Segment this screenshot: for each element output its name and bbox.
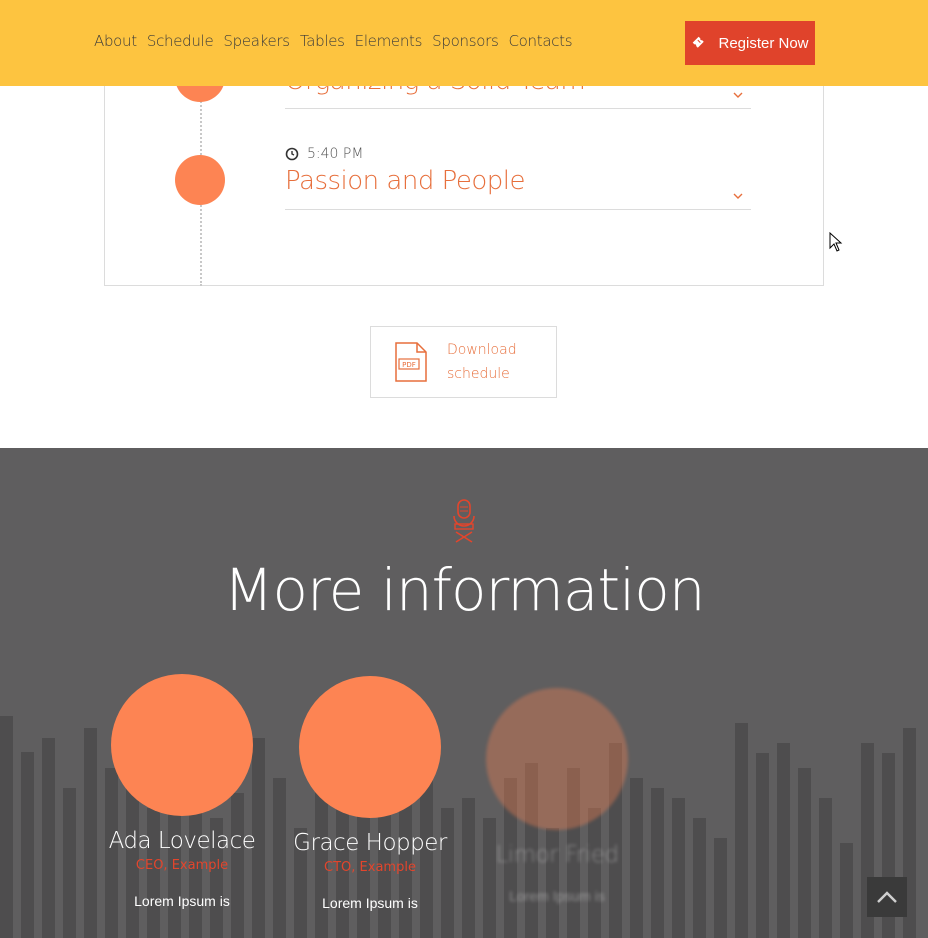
nav-sponsors[interactable]: Sponsors (432, 32, 499, 50)
equalizer-bar (735, 723, 748, 938)
avatar (299, 676, 441, 818)
download-label: Download schedule (447, 342, 517, 382)
equalizer-bar (777, 743, 790, 938)
speaker-name: Ada Lovelace (108, 828, 256, 854)
pdf-badge: PDF (402, 361, 416, 369)
equalizer-bar (714, 838, 727, 938)
time-text: 5:40 PM (307, 146, 364, 162)
schedule-item[interactable]: 5:40 PM Passion and People (285, 146, 751, 210)
speaker-desc: Lorem Ipsum is (322, 895, 418, 911)
register-now-button[interactable]: Register Now (685, 21, 815, 65)
microphone-icon (453, 499, 475, 543)
nav-about[interactable]: About (94, 32, 137, 50)
equalizer-bar (63, 788, 76, 938)
equalizer-bar (693, 818, 706, 938)
avatar (111, 674, 253, 816)
nav-schedule[interactable]: Schedule (147, 32, 214, 50)
equalizer-bar (0, 716, 13, 938)
equalizer-bar (840, 843, 853, 938)
equalizer-bar (21, 752, 34, 938)
download-schedule-button[interactable]: PDF Download schedule (370, 326, 557, 398)
speaker-desc: Lorem Ipsum is (134, 893, 230, 909)
mouse-cursor-icon (829, 232, 843, 252)
equalizer-bar (798, 768, 811, 938)
register-label: Register Now (718, 34, 809, 52)
equalizer-bar (819, 798, 832, 938)
nav-speakers[interactable]: Speakers (223, 32, 290, 50)
site-header: About Schedule Speakers Tables Elements … (0, 0, 928, 86)
more-information-section: More information Ada Lovelace CEO, Examp… (0, 448, 928, 938)
clock-icon (285, 147, 299, 161)
schedule-item-title: Passion and People (285, 166, 525, 196)
section-title: More information (223, 556, 706, 624)
timeline-dot (175, 155, 225, 205)
scroll-to-top-button[interactable] (867, 877, 907, 917)
speaker-role: CEO, Example (135, 858, 229, 873)
chevron-down-icon[interactable] (733, 191, 743, 201)
chevron-up-icon (877, 891, 897, 903)
speaker-card[interactable]: Ada Lovelace CEO, Example Lorem Ipsum is (82, 674, 282, 909)
nav-contacts[interactable]: Contacts (508, 32, 572, 50)
equalizer-bar (42, 738, 55, 938)
ticket-icon (693, 36, 705, 48)
nav-tables[interactable]: Tables (300, 32, 345, 50)
speaker-name: Grace Hopper (293, 830, 447, 856)
speaker-name: Limor Fried (495, 842, 619, 868)
chevron-down-icon[interactable] (733, 90, 743, 100)
speaker-role: CTO, Example (324, 860, 416, 875)
speaker-card[interactable]: Grace Hopper CTO, Example Lorem Ipsum is (270, 676, 470, 911)
schedule-item-time: 5:40 PM (285, 146, 751, 162)
speaker-card[interactable]: Limor Fried Lorem Ipsum is (457, 688, 657, 904)
nav-elements[interactable]: Elements (355, 32, 423, 50)
pdf-file-icon: PDF (395, 342, 427, 382)
equalizer-bar (756, 753, 769, 938)
avatar (486, 688, 628, 830)
equalizer-bar (672, 798, 685, 938)
main-nav: About Schedule Speakers Tables Elements … (94, 32, 573, 50)
speaker-desc: Lorem Ipsum is (509, 888, 605, 904)
